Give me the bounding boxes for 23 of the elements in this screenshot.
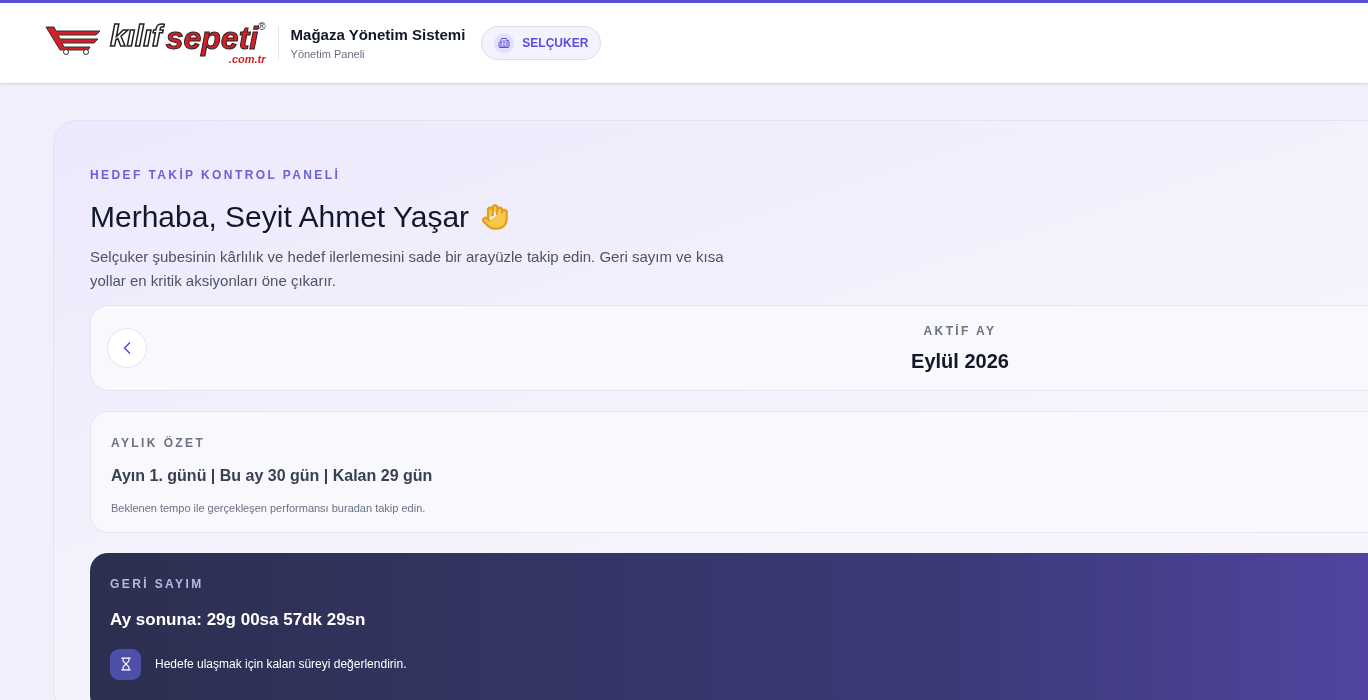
summary-label: AYLIK ÖZET [111, 435, 207, 452]
countdown-label: GERİ SAYIM [110, 576, 205, 593]
logo-domain: .com.tr [228, 54, 266, 65]
previous-month-button[interactable] [107, 328, 147, 368]
month-label: AKTİF AY [923, 323, 997, 340]
waving-hand-icon [481, 202, 510, 231]
month-value: Eylül 2026 [911, 349, 1009, 374]
eyebrow-label: HEDEF TAKİP KONTROL PANELİ [90, 167, 342, 184]
logo[interactable]: kılıfsepeti® .com.tr [44, 21, 278, 65]
countdown-hint: Hedefe ulaşmak için kalan süreyi değerlendirin. [155, 656, 407, 673]
app-subtitle: Yönetim Paneli [290, 47, 366, 62]
greeting-heading: Merhaba, Seyit Ahmet Yaşar [90, 199, 470, 235]
summary-note: Beklenen tempo ile gerçekleşen performansı buradan takip edin. [111, 501, 427, 516]
countdown-value: Ay sonuna: 29g 00sa 57dk 29sn [110, 609, 367, 631]
logo-word: sepeti [165, 22, 259, 54]
store-name: SELÇUKER [522, 35, 589, 52]
building-icon [494, 33, 515, 53]
store-badge[interactable]: SELÇUKER [481, 26, 602, 60]
hero-description: Selçuker şubesinin kârlılık ve hedef ilerlemesini sade bir arayüzle takip edin. Geri sayım ve kısa yollar en kritik aksiyonları öne çıkarır. [90, 247, 725, 291]
app-title: Mağaza Yönetim Sistemi [290, 24, 466, 45]
hourglass-icon [110, 648, 141, 680]
registered-mark: ® [258, 22, 266, 32]
summary-headline: Ayın 1. günü | Bu ay 30 gün | Kalan 29 gün [111, 466, 434, 486]
